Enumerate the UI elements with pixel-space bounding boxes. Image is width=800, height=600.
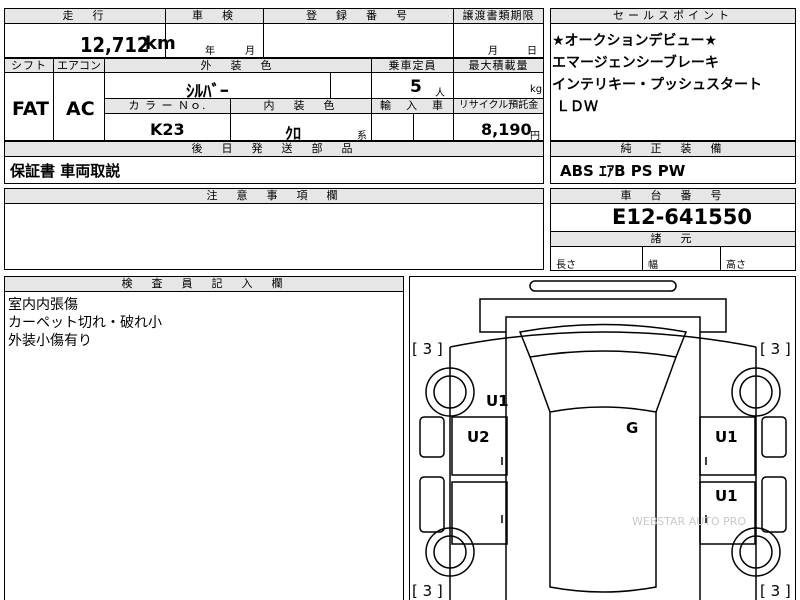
tire-mark-front-right: [ 3 ] xyxy=(760,340,791,358)
capacity-unit: 人 xyxy=(435,88,445,99)
chassis-value: E12-641550 xyxy=(612,205,752,229)
inspection-header: 車 検 xyxy=(165,8,264,24)
color-no-value: K23 xyxy=(150,120,185,139)
body-outline-shape xyxy=(449,331,757,600)
capacity-header: 乗車定員 xyxy=(371,58,454,73)
aircon-value: AC xyxy=(66,98,95,120)
dimensions-header: 諸 元 xyxy=(550,231,796,247)
left-front-door-shape xyxy=(451,416,508,476)
damage-mark-g-windshield: G xyxy=(626,419,639,437)
damage-mark-u1-front: U1 xyxy=(486,392,509,410)
max-load-header: 最大積載量 xyxy=(453,58,544,73)
mileage-value: 12,712 xyxy=(80,33,150,57)
equipment-value: ABS ｴｱB PS PW xyxy=(560,162,686,180)
inspector-header: 検 査 員 記 入 欄 xyxy=(4,276,404,292)
shift-header: シフト xyxy=(4,58,54,73)
exterior-color-header: 外 装 色 xyxy=(104,58,372,73)
length-label: 長さ xyxy=(556,260,576,271)
later-parts-header: 後 日 発 送 部 品 xyxy=(4,141,544,157)
tire-mark-rear-right: [ 3 ] xyxy=(760,582,791,600)
inspection-year-unit: 年 xyxy=(205,46,215,57)
recycle-value: 8,190 xyxy=(481,120,532,139)
chassis-header: 車 台 番 号 xyxy=(550,188,796,204)
height-label: 高さ xyxy=(726,260,746,271)
interior-color-suffix: 系 xyxy=(357,131,367,142)
inspector-line-2: カーペット切れ・破れ小 xyxy=(8,315,162,331)
exterior-color-value: ｼﾙﾊﾞｰ xyxy=(186,82,229,102)
transfer-month-unit: 月 xyxy=(488,46,498,57)
sales-point-line-4: ＬＤＷ xyxy=(556,99,598,115)
inspection-month-unit: 月 xyxy=(245,46,255,57)
pillar-shape xyxy=(529,356,677,413)
inspector-line-1: 室内内張傷 xyxy=(8,297,78,313)
roof-shape xyxy=(549,406,657,593)
left-rear-panel-shape xyxy=(419,476,445,533)
sales-point-line-2: エマージェンシーブレーキ xyxy=(552,55,719,71)
hood-shape xyxy=(479,298,727,333)
width-label: 幅 xyxy=(648,260,658,271)
shift-value: FAT xyxy=(12,98,49,120)
sales-point-line-3: インテリキー・プッシュスタート xyxy=(552,77,762,93)
right-front-door-shape xyxy=(699,416,756,476)
left-mirror-shape xyxy=(419,416,445,458)
right-rear-panel-shape xyxy=(761,476,787,533)
recycle-header: リサイクル預託金 xyxy=(453,98,544,114)
mileage-unit: km xyxy=(145,33,176,54)
damage-mark-u1-right-front: U1 xyxy=(715,428,738,446)
interior-color-header: 内 装 色 xyxy=(230,98,372,114)
transfer-deadline-header: 譲渡書類期限 xyxy=(453,8,544,24)
inspector-line-3: 外装小傷有り xyxy=(8,333,92,349)
aircon-header: エアコン xyxy=(53,58,105,73)
notes-header: 注 意 事 項 欄 xyxy=(4,188,544,204)
max-load-unit: kg xyxy=(530,84,543,95)
windshield-shape xyxy=(518,323,688,358)
right-mirror-shape xyxy=(761,416,787,458)
equipment-header: 純 正 装 備 xyxy=(550,141,796,157)
transfer-day-unit: 日 xyxy=(527,46,537,57)
capacity-value: 5 xyxy=(410,77,422,97)
recycle-unit: 円 xyxy=(530,131,540,142)
registration-header: 登 録 番 号 xyxy=(263,8,454,24)
left-rear-door-shape xyxy=(451,481,508,545)
sales-point-line-1: ★オークションデビュー★ xyxy=(552,33,718,49)
damage-mark-u2-left: U2 xyxy=(467,428,490,446)
tire-mark-front-left: [ 3 ] xyxy=(412,340,443,358)
tire-mark-rear-left: [ 3 ] xyxy=(412,582,443,600)
sales-point-header: セールスポイント xyxy=(550,8,796,24)
watermark: WEBSTAR AUTO PRO xyxy=(632,515,747,528)
car-diagram-block: [ 3 ] [ 3 ] [ 3 ] [ 3 ] U1 U2 U1 U1 G WE… xyxy=(409,276,796,600)
front-bumper-shape xyxy=(529,280,677,292)
import-header: 輸 入 車 xyxy=(371,98,454,114)
damage-mark-u1-right-rear: U1 xyxy=(715,487,738,505)
mileage-header: 走 行 xyxy=(4,8,166,24)
later-parts-value: 保証書 車両取説 xyxy=(10,162,121,180)
